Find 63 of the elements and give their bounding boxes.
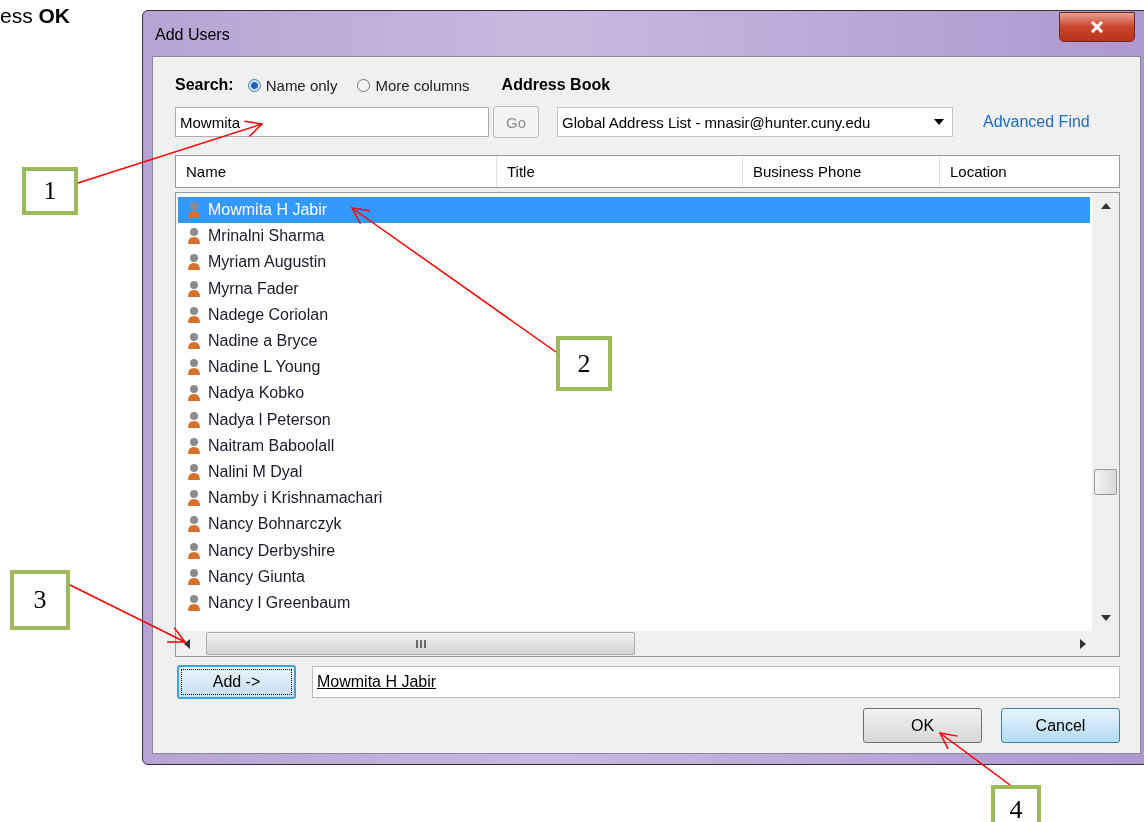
callout-number: 4 [991,785,1041,822]
window-title: Add Users [155,26,230,44]
column-header[interactable]: Title [497,156,743,187]
person-icon [186,515,202,534]
advanced-find-link[interactable]: Advanced Find [983,113,1090,131]
address-book-label: Address Book [501,76,611,94]
left-arrow-icon [184,638,190,649]
add-button[interactable]: Add -> [177,665,296,699]
instruction-text: ess OK [0,4,70,28]
list-row[interactable]: Myriam Augustin [178,249,333,276]
list-row[interactable]: Nadya l Peterson [178,406,337,433]
list-row[interactable]: Mrinalni Sharma [178,223,331,250]
callout-number: 3 [10,570,70,630]
list-row[interactable]: Naitram Baboolall [178,432,341,459]
list-row[interactable]: Nancy Derbyshire [178,537,342,564]
down-arrow-icon [1100,615,1111,621]
search-field[interactable]: Mowmita [175,107,489,137]
person-icon [186,462,202,481]
list-row[interactable]: Nancy Giunta [178,563,311,590]
person-icon [186,305,202,324]
list-row[interactable]: Nancy Bohnarczyk [178,511,348,538]
dialog-button[interactable]: Cancel [1001,708,1120,743]
caret-icon [934,119,944,125]
person-icon [186,593,202,612]
callout-number: 2 [556,336,612,391]
person-icon [186,541,202,560]
person-icon [186,384,202,403]
horizontal-scrollbar[interactable] [176,631,1092,656]
person-icon [186,489,202,508]
list-row[interactable]: Nadya Kobko [178,380,311,407]
list-row[interactable]: Namby i Krishnamachari [178,485,389,512]
radio-option[interactable]: Name only [247,76,338,94]
list-row[interactable]: Myrna Fader [178,275,305,302]
column-header[interactable]: Location [940,156,1119,187]
person-icon [186,227,202,246]
person-icon [186,201,202,220]
column-header[interactable]: Business Phone [743,156,940,187]
list-row[interactable]: Nalini M Dyal [178,458,309,486]
close-button[interactable] [1059,12,1135,42]
grip-icon [415,639,426,648]
up-arrow-icon [1100,203,1111,209]
person-icon [186,410,202,429]
list-row[interactable]: Nadege Coriolan [178,301,335,328]
radio-option[interactable]: More columns [357,76,470,94]
recipients-field[interactable]: Mowmita H Jabir [312,666,1120,698]
right-arrow-icon [1080,638,1086,649]
person-icon [186,253,202,272]
person-icon [186,436,202,455]
vertical-scrollbar[interactable] [1092,193,1119,631]
address-book-dropdown[interactable]: Global Address List - mnasir@hunter.cuny.edu [557,107,953,137]
list-row[interactable]: Nancy l Greenbaum [178,589,357,616]
search-label: Search: [175,76,234,94]
dialog-button[interactable]: OK [863,708,982,743]
list-row[interactable]: Nadine L Young [178,354,327,381]
person-icon [186,332,202,351]
callout-number: 1 [22,167,78,215]
person-icon [186,358,202,377]
person-icon [186,567,202,586]
column-header[interactable]: Name [176,156,497,187]
list-row[interactable]: Nadine a Bryce [178,327,324,355]
close-icon [1090,21,1104,33]
scroll-thumb[interactable] [1094,469,1117,495]
person-icon [186,279,202,298]
